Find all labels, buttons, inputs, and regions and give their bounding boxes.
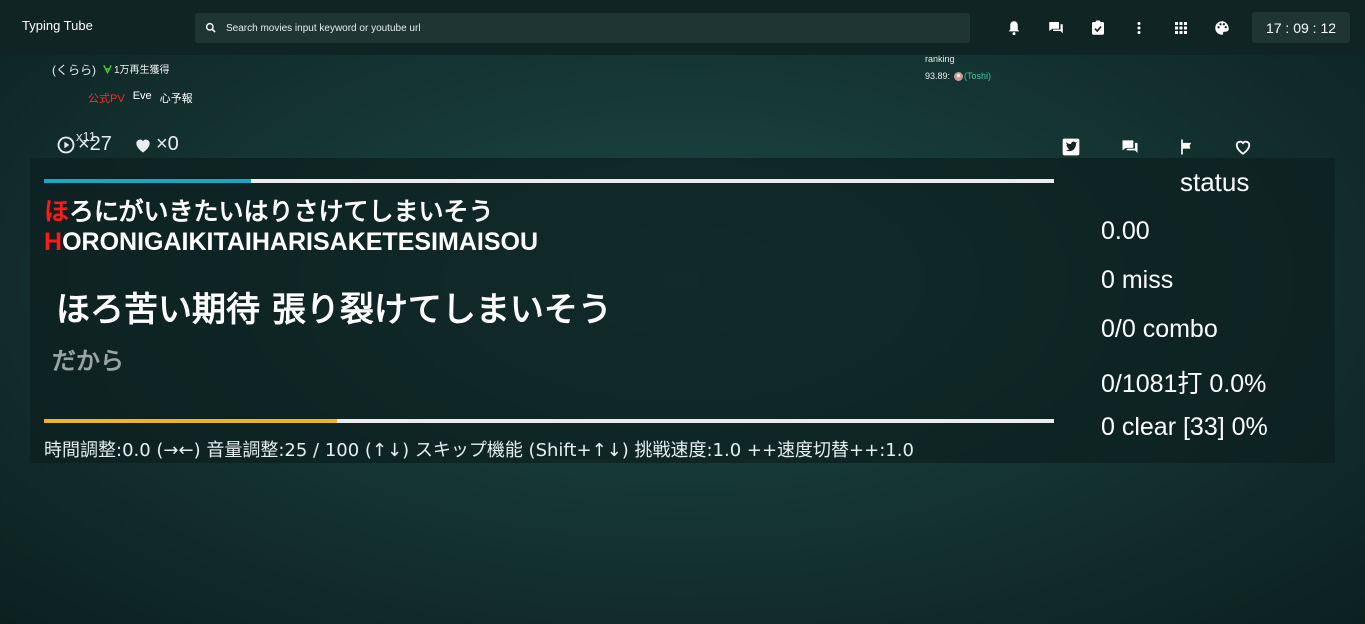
- palette-icon[interactable]: [1213, 19, 1231, 37]
- line-progress-fill: [44, 179, 252, 183]
- play-badge: x11: [76, 129, 96, 144]
- tag-artist[interactable]: Eve: [133, 90, 152, 106]
- twitter-share-icon[interactable]: [1061, 137, 1081, 157]
- top-app-bar: Typing Tube 17 : 09 : 12: [0, 0, 1365, 55]
- apps-grid-icon[interactable]: [1172, 19, 1190, 37]
- tag-official-pv[interactable]: 公式PV: [88, 90, 125, 106]
- status-clear: 0 clear [33] 0%: [1101, 413, 1268, 441]
- checklist-icon[interactable]: [1089, 19, 1107, 37]
- chat-icon[interactable]: [1047, 19, 1065, 37]
- more-vert-icon[interactable]: [1130, 19, 1148, 37]
- status-title: status: [1180, 167, 1250, 197]
- award-badge: 1万再生獲得: [102, 61, 170, 76]
- clock-display: 17 : 09 : 12: [1252, 12, 1350, 43]
- status-combo: 0/0 combo: [1101, 315, 1218, 343]
- romaji-remaining: ORONIGAIKITAIHARISAKETESIMAISOU: [62, 228, 539, 256]
- status-keystrokes: 0/1081打 0.0%: [1101, 370, 1267, 398]
- romaji-line: HORONIGAIKITAIHARISAKETESIMAISOU: [44, 228, 538, 257]
- total-progress-bar: [44, 419, 1054, 423]
- search-bar[interactable]: [195, 13, 970, 43]
- bell-icon[interactable]: [1005, 19, 1023, 37]
- search-input[interactable]: [224, 21, 928, 35]
- typing-panel: ほろにがいきたいはりさけてしまいそう HORONIGAIKITAIHARISAK…: [30, 158, 1335, 463]
- avatar: [954, 71, 964, 81]
- status-score: 0.00: [1101, 217, 1150, 245]
- favorite-outline-icon[interactable]: [1233, 137, 1253, 157]
- kana-remaining: ろにがいきたいはりさけてしまいそう: [69, 197, 494, 226]
- ranking-entry[interactable]: 93.89: (Toshi): [925, 71, 991, 81]
- shortcut-hint: 時間調整:0.0 (→←) 音量調整:25 / 100 (↑↓) スキップ機能 …: [44, 440, 914, 461]
- flag-icon[interactable]: [1177, 137, 1197, 157]
- heart-icon: [136, 139, 150, 152]
- tag-list: 公式PV Eve 心予報: [88, 90, 193, 106]
- ranking-label: ranking: [925, 54, 955, 64]
- next-lyric: だから: [52, 347, 124, 375]
- comment-icon[interactable]: [1120, 137, 1140, 157]
- award-text: 1万再生獲得: [114, 65, 170, 76]
- award-icon: [103, 64, 112, 74]
- kana-typed: ほ: [44, 197, 70, 226]
- line-progress-bar: [44, 179, 1054, 183]
- kana-line: ほろにがいきたいはりさけてしまいそう: [44, 192, 494, 228]
- status-miss: 0 miss: [1101, 266, 1174, 294]
- play-circle-icon: [57, 136, 75, 153]
- ranking-user[interactable]: (Toshi): [964, 71, 991, 81]
- ranking-score: 93.89:: [925, 71, 951, 81]
- romaji-typed: H: [44, 228, 63, 256]
- total-progress-fill: [44, 419, 337, 423]
- app-title[interactable]: Typing Tube: [22, 18, 93, 33]
- like-count: ×0: [133, 133, 179, 156]
- tag-song-title[interactable]: 心予報: [160, 90, 193, 106]
- like-count-value: ×0: [156, 133, 179, 155]
- current-lyric: ほろ苦い期待 張り裂けてしまいそう: [56, 290, 612, 330]
- artist-kana: (くらら): [52, 63, 96, 77]
- search-icon: [205, 22, 216, 33]
